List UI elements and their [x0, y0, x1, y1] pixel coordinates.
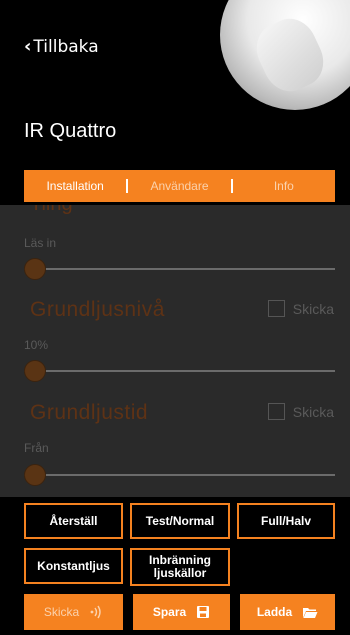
- send-label: Skicka: [292, 403, 334, 420]
- back-button[interactable]: ‹ Tillbaka: [24, 36, 99, 57]
- full-half-button[interactable]: Full/Halv: [237, 503, 335, 539]
- send-label: Skicka: [292, 300, 334, 317]
- checkbox[interactable]: [267, 403, 285, 420]
- slider-track: [24, 370, 335, 372]
- send-button-label: Skicka: [43, 604, 80, 619]
- burn-in-button[interactable]: Inbränning ljuskällor: [130, 548, 230, 586]
- tab-anvandare[interactable]: Användare: [128, 179, 230, 193]
- chevron-left-icon: ‹: [24, 36, 32, 57]
- base-level-slider[interactable]: [24, 359, 335, 383]
- base-level-value: 10%: [24, 338, 49, 352]
- slider-knob[interactable]: [24, 360, 46, 382]
- save-button[interactable]: Spara: [133, 594, 230, 630]
- base-level-title: Grundljusnivå: [30, 298, 165, 321]
- slider-track: [24, 474, 335, 476]
- slider-knob[interactable]: [24, 258, 46, 280]
- section-subtitle: Läs in: [24, 236, 57, 250]
- reset-button[interactable]: Återställ: [24, 503, 123, 539]
- send-button[interactable]: Skicka: [24, 594, 123, 630]
- action-footer: Återställ Test/Normal Full/Halv Konstant…: [0, 497, 350, 635]
- slider-track: [24, 268, 335, 270]
- base-time-send[interactable]: Skicka: [267, 403, 334, 420]
- header: ‹ Tillbaka IR Quattro Installation Använ…: [0, 0, 350, 205]
- floppy-disk-icon: [196, 605, 210, 619]
- base-time-title: Grundljustid: [30, 401, 149, 424]
- checkbox[interactable]: [267, 300, 285, 317]
- back-label: Tillbaka: [33, 36, 99, 57]
- section-title-partial: Tiing: [30, 205, 73, 216]
- test-normal-button[interactable]: Test/Normal: [130, 503, 230, 539]
- constant-light-button[interactable]: Konstantljus: [24, 548, 123, 584]
- folder-icon: [302, 606, 318, 619]
- base-time-value: Från: [24, 441, 49, 455]
- burn-in-label: Inbränning ljuskällor: [149, 553, 211, 580]
- page-title: IR Quattro: [24, 120, 117, 142]
- tab-installation[interactable]: Installation: [24, 179, 126, 193]
- load-button-label: Ladda: [256, 604, 293, 619]
- slider-1[interactable]: [24, 257, 335, 281]
- settings-panel: Tiing Läs in Grundljusnivå Skicka 10% Gr…: [0, 205, 350, 497]
- tab-bar: Installation Användare Info: [24, 170, 335, 202]
- load-button[interactable]: Ladda: [240, 594, 335, 630]
- save-button-label: Spara: [152, 604, 187, 619]
- slider-knob[interactable]: [24, 464, 46, 486]
- base-level-send[interactable]: Skicka: [267, 300, 334, 317]
- base-time-slider[interactable]: [24, 463, 335, 487]
- wireless-signal-icon: [89, 605, 103, 619]
- tab-info[interactable]: Info: [233, 179, 335, 193]
